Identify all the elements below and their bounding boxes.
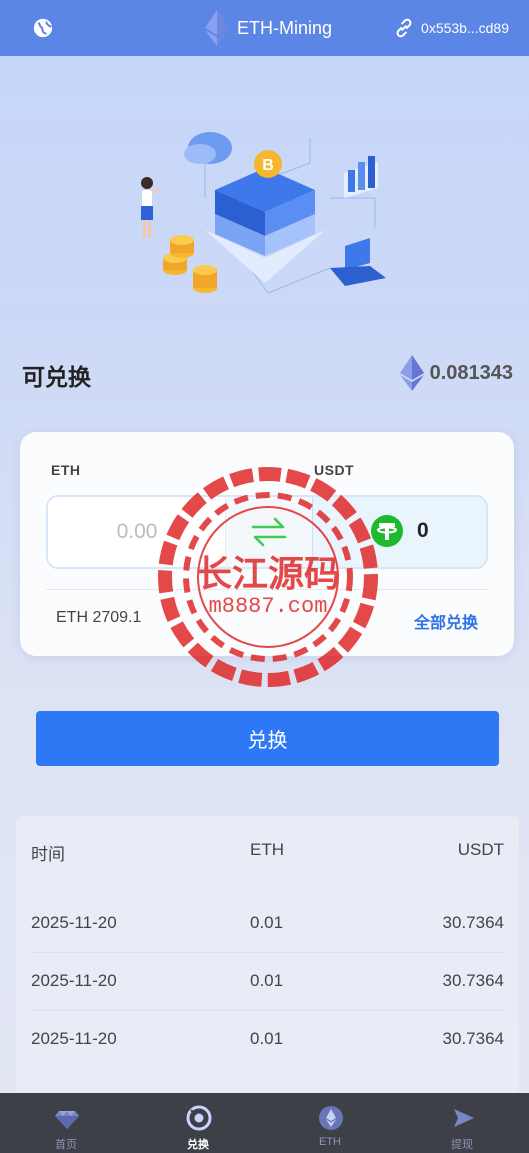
row-usdt: 30.7364 [442, 971, 504, 990]
row-usdt: 30.7364 [442, 1029, 504, 1048]
app-title: ETH-Mining [237, 17, 333, 38]
table-row: 2025-11-20 0.01 30.7364 [16, 894, 519, 952]
top-bar: ETH-Mining 0x553b...cd89 [0, 0, 529, 56]
tab-exchange[interactable]: 兑换 [132, 1093, 264, 1153]
exchange-button[interactable]: 兑换 [36, 711, 499, 766]
bottom-nav: 首页 兑换 ETH 提现 [0, 1093, 529, 1153]
ethereum-icon [319, 1106, 343, 1130]
wallet-address[interactable]: 0x553b...cd89 [393, 17, 509, 39]
row-usdt: 30.7364 [442, 913, 504, 932]
available-label: 可兑换 [22, 364, 91, 390]
exchange-icon [186, 1105, 212, 1131]
send-icon [454, 1109, 474, 1127]
exchange-all-button[interactable]: 全部兑换 [414, 609, 478, 633]
column-header-eth: ETH [250, 840, 284, 859]
table-row: 2025-11-20 0.01 30.7364 [16, 1010, 519, 1068]
tab-eth-label: ETH [319, 1136, 341, 1148]
watermark-stamp: 长江源码 m8887.com [158, 467, 378, 687]
row-eth: 0.01 [250, 971, 284, 990]
mining-illustration: B [141, 132, 386, 294]
tab-exchange-label: 兑换 [187, 1139, 209, 1151]
globe-icon[interactable] [32, 17, 54, 39]
available-amount-value: 0.081343 [429, 361, 513, 384]
ethereum-icon [205, 10, 229, 46]
watermark-url: m8887.com [209, 594, 328, 619]
row-time: 2025-11-20 [31, 913, 117, 932]
usdt-amount-value: 0 [417, 519, 429, 542]
available-amount: 0.081343 [399, 354, 513, 392]
tab-home[interactable]: 首页 [0, 1093, 132, 1153]
diamond-icon [55, 1111, 79, 1129]
eth-price: ETH 2709.1 [56, 609, 142, 626]
row-time: 2025-11-20 [31, 1029, 117, 1048]
wallet-address-text: 0x553b...cd89 [421, 20, 509, 36]
brand: ETH-Mining [205, 10, 332, 46]
watermark-title: 长江源码 [196, 553, 340, 594]
svg-text:B: B [262, 157, 274, 174]
table-row: 2025-11-20 0.01 30.7364 [16, 952, 519, 1010]
tab-eth[interactable]: ETH [264, 1093, 396, 1153]
column-header-usdt: USDT [457, 840, 504, 859]
row-eth: 0.01 [250, 1029, 284, 1048]
tab-withdraw[interactable]: 提现 [396, 1093, 528, 1153]
link-icon [396, 18, 412, 38]
ethereum-icon [399, 355, 424, 391]
row-time: 2025-11-20 [31, 971, 117, 990]
column-header-time: 时间 [31, 845, 65, 864]
tab-home-label: 首页 [55, 1139, 77, 1151]
tab-withdraw-label: 提现 [451, 1139, 473, 1151]
exchange-history-table: 时间 ETH USDT 2025-11-20 0.01 30.7364 2025… [16, 816, 519, 1094]
row-eth: 0.01 [250, 913, 284, 932]
from-currency-label: ETH [51, 462, 81, 478]
